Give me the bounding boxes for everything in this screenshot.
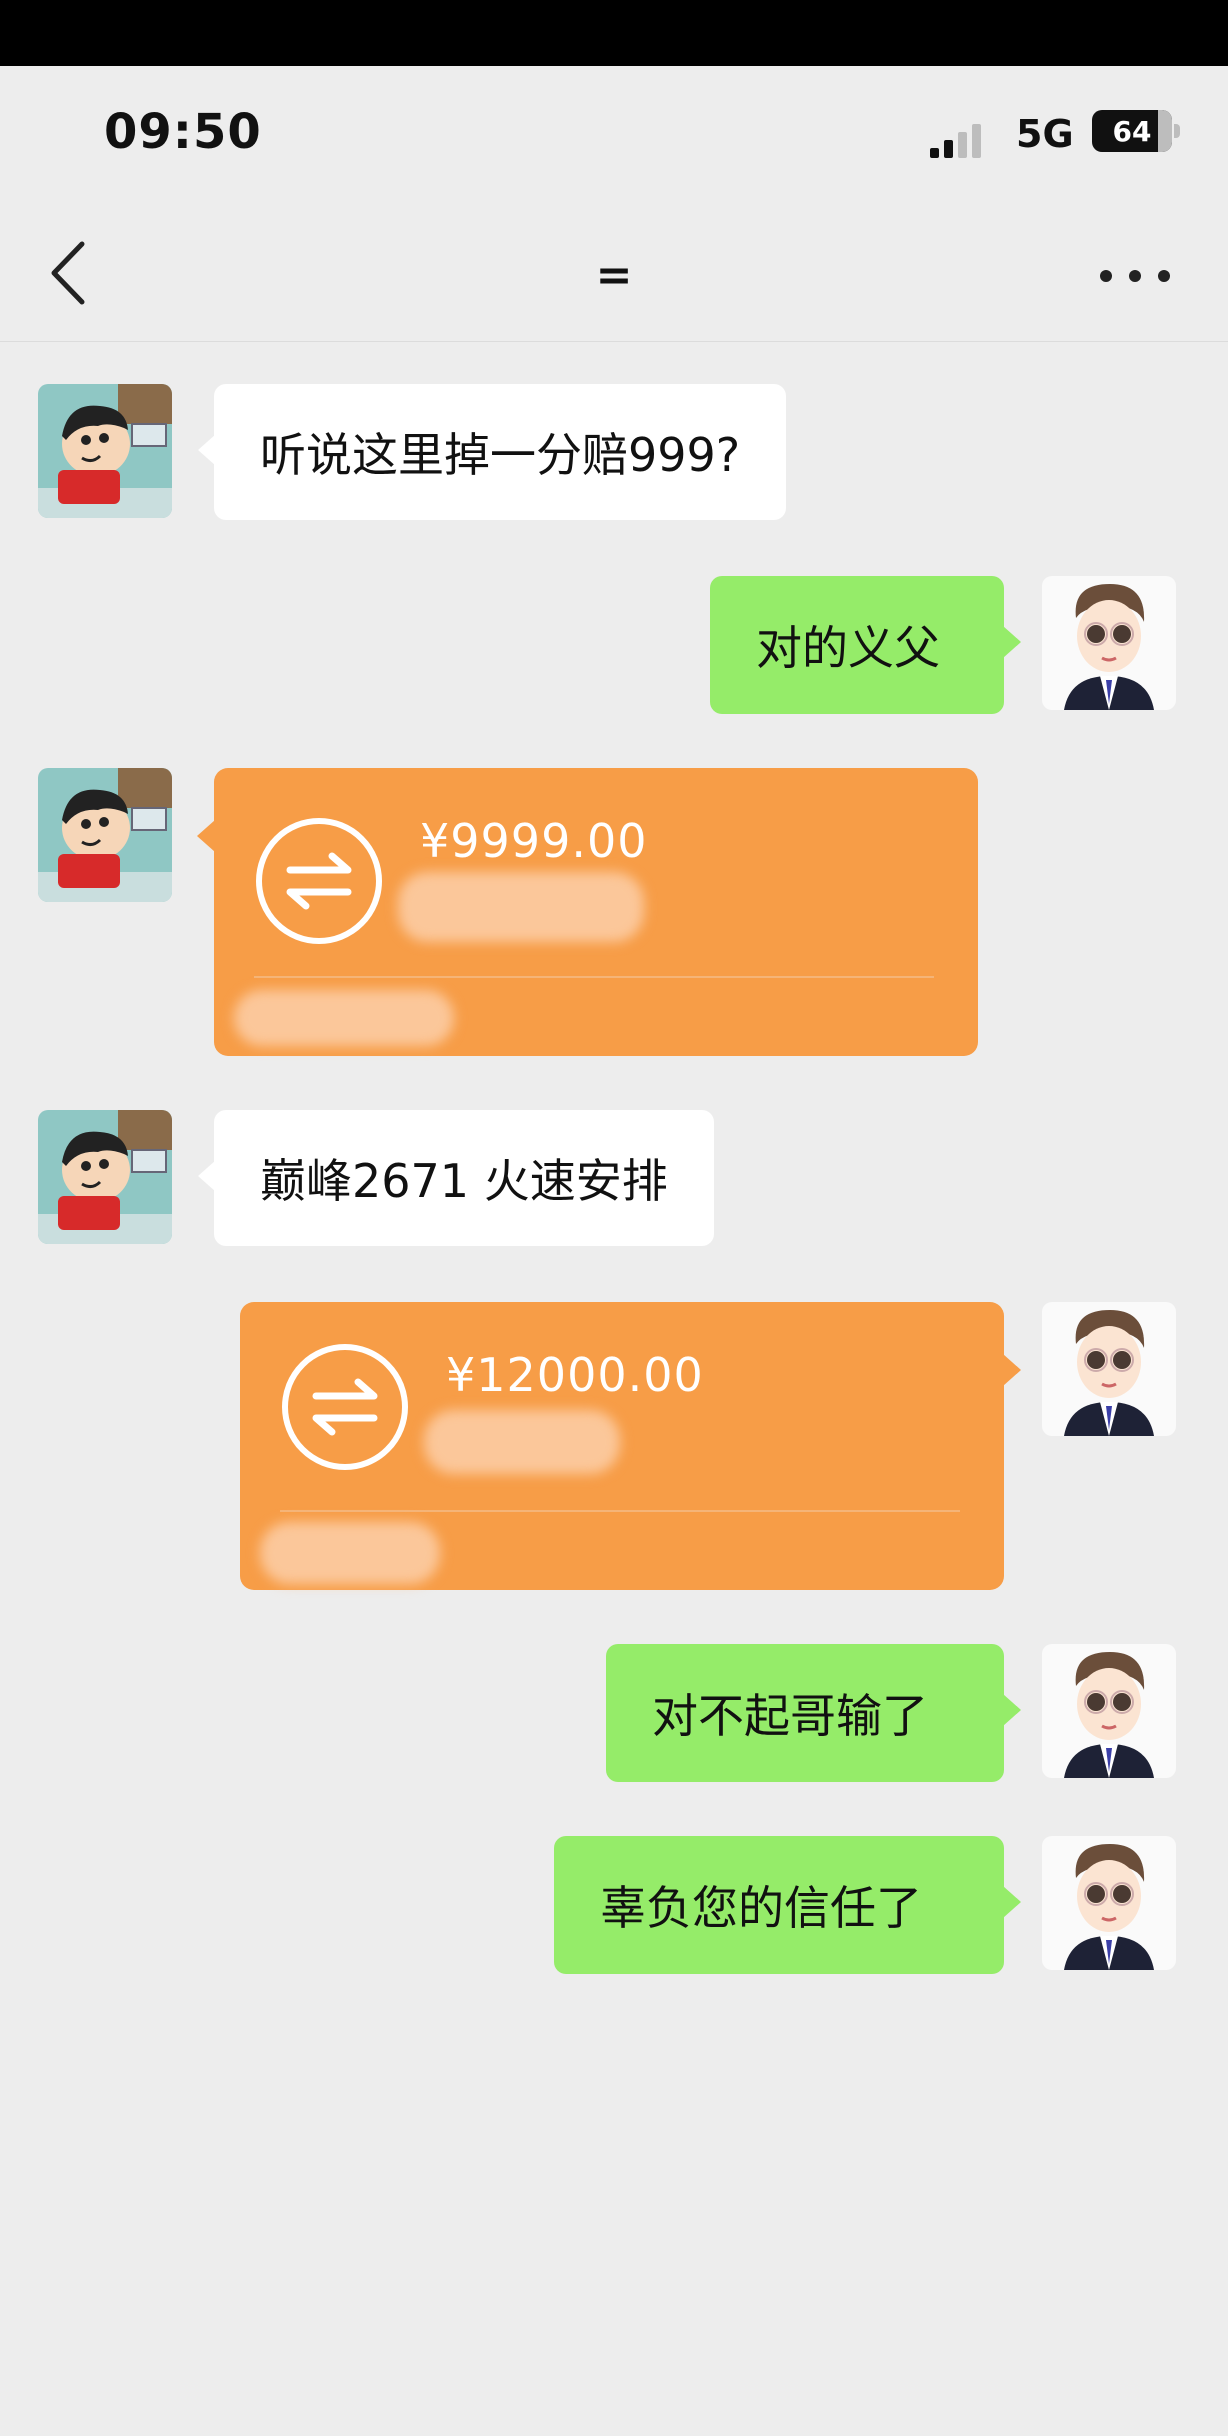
chat-title: = [595,250,633,301]
redacted-note [398,872,644,942]
message-bubble-outgoing[interactable]: 对的义父 [710,576,1021,714]
contact-avatar[interactable] [38,384,172,518]
message-text: 巅峰2671 火速安排 [260,1154,668,1208]
redacted-note [424,1410,620,1474]
my-avatar[interactable] [1042,1302,1176,1436]
redacted-footer [260,1522,440,1584]
my-avatar[interactable] [1042,1836,1176,1970]
message-bubble-outgoing[interactable]: 对不起哥输了 [606,1644,1021,1782]
message-text: 辜负您的信任了 [600,1881,922,1935]
more-horizontal-icon[interactable] [1100,256,1170,296]
contact-avatar[interactable] [38,1110,172,1244]
transfer-arrows-icon [280,1342,410,1472]
status-time: 09:50 [104,104,262,160]
chat-header: = [0,206,1228,342]
message-bubble-outgoing[interactable]: 辜负您的信任了 [554,1836,1021,1974]
battery-icon: 64 [1092,110,1180,152]
transfer-divider [280,1510,960,1512]
my-avatar[interactable] [1042,576,1176,710]
network-type: 5G [1016,112,1074,156]
transfer-amount: ¥9999.00 [420,814,648,868]
status-bar: 09:50 5G 64 [0,66,1228,206]
message-text: 听说这里掉一分赔999? [260,428,741,482]
contact-avatar[interactable] [38,768,172,902]
message-text: 对不起哥输了 [652,1689,928,1743]
redacted-footer [234,990,454,1046]
battery-level: 64 [1112,114,1152,148]
transfer-arrows-icon [254,816,384,946]
signal-icon [930,118,990,158]
message-bubble-incoming[interactable]: 听说这里掉一分赔999? [198,384,787,520]
transfer-amount: ¥12000.00 [446,1348,704,1402]
transfer-card-outgoing[interactable]: ¥12000.00 [240,1302,1021,1590]
message-bubble-incoming[interactable]: 巅峰2671 火速安排 [198,1110,714,1246]
top-black-band [0,0,1228,66]
my-avatar[interactable] [1042,1644,1176,1778]
message-text: 对的义父 [756,621,940,675]
transfer-divider [254,976,934,978]
transfer-card-incoming[interactable]: ¥9999.00 [197,768,978,1056]
